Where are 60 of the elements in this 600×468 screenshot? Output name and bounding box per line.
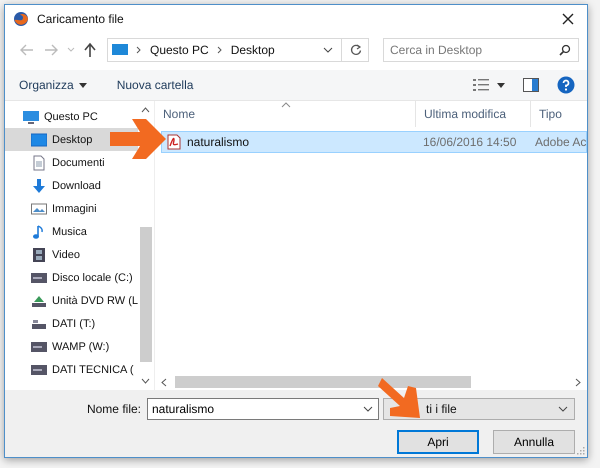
- window-title: Caricamento file: [37, 12, 125, 26]
- chevron-down-icon[interactable]: [323, 47, 333, 53]
- view-options-icon[interactable]: [473, 78, 489, 92]
- sidebar-item[interactable]: Disco locale (C:): [5, 266, 138, 289]
- scroll-down-icon[interactable]: [141, 378, 150, 384]
- table-cell-text: 16/06/2016 14:50: [422, 135, 518, 149]
- preview-pane-icon[interactable]: [523, 78, 539, 92]
- chevron-right-icon: [216, 46, 223, 54]
- sort-ascending-icon: [280, 102, 291, 108]
- chevron-down-icon[interactable]: [363, 406, 373, 412]
- sidebar-item[interactable]: Download: [5, 174, 138, 197]
- cancel-button[interactable]: Annulla: [493, 430, 575, 454]
- resize-grip-icon[interactable]: [577, 447, 585, 455]
- search-field[interactable]: Cerca in Desktop: [383, 38, 579, 62]
- document-icon: [31, 154, 47, 170]
- breadcrumb-item[interactable]: Desktop: [230, 43, 275, 57]
- open-button[interactable]: Apri: [397, 430, 479, 454]
- desktop-icon: [31, 132, 47, 148]
- breadcrumb-item[interactable]: Questo PC: [150, 43, 209, 57]
- scroll-up-icon[interactable]: [141, 107, 150, 113]
- column-header[interactable]: Ultima modifica: [414, 101, 530, 127]
- file-name-field[interactable]: naturalismo: [147, 398, 379, 420]
- sidebar-item[interactable]: Musica: [5, 220, 138, 243]
- browser-icon: [13, 11, 29, 27]
- chevron-down-icon: [558, 406, 568, 412]
- sidebar-item[interactable]: DATI (T:): [5, 312, 138, 335]
- caret-down-icon[interactable]: [497, 82, 505, 88]
- download-icon: [31, 178, 47, 194]
- scroll-right-icon[interactable]: [575, 378, 582, 386]
- pdf-file-icon: [166, 134, 182, 150]
- organize-menu-button[interactable]: Organizza: [19, 76, 93, 94]
- address-bar[interactable]: Questo PC Desktop: [107, 38, 369, 62]
- sidebar-item[interactable]: WAMP (W:): [5, 335, 138, 358]
- computer-icon: [23, 108, 39, 124]
- sidebar-item[interactable]: DATI TECNICA (: [5, 358, 138, 381]
- table-cell: naturalismo: [186, 135, 250, 149]
- sidebar-item[interactable]: Unità DVD RW (L: [5, 289, 138, 312]
- search-icon[interactable]: [559, 44, 571, 56]
- help-icon[interactable]: [557, 76, 575, 94]
- scroll-left-icon[interactable]: [160, 378, 167, 386]
- new-folder-button[interactable]: Nuova cartella: [116, 76, 200, 94]
- up-arrow-icon[interactable]: [83, 42, 97, 58]
- column-header[interactable]: Nome: [154, 101, 415, 127]
- caret-down-icon: [78, 82, 87, 88]
- sidebar-item[interactable]: Video: [5, 243, 138, 266]
- refresh-icon[interactable]: [350, 44, 362, 56]
- file-row[interactable]: naturalismo 16/06/2016 14:50 Adobe Ac: [160, 131, 588, 153]
- sidebar-item[interactable]: Immagini: [5, 197, 138, 220]
- sidebar-item[interactable]: Questo PC: [5, 105, 138, 128]
- close-icon[interactable]: [561, 12, 575, 26]
- column-header[interactable]: Tipo: [530, 101, 588, 127]
- pointer-arrow: [378, 378, 422, 420]
- file-name-label: Nome file:: [86, 402, 141, 416]
- film-icon: [31, 246, 47, 262]
- chevron-right-icon: [136, 46, 142, 54]
- sidebar-item[interactable]: Documenti: [5, 151, 138, 174]
- pointer-arrow: [110, 119, 166, 159]
- table-cell-text: Adobe Ac: [534, 135, 586, 149]
- image-icon: [31, 200, 47, 216]
- computer-icon: [112, 44, 128, 56]
